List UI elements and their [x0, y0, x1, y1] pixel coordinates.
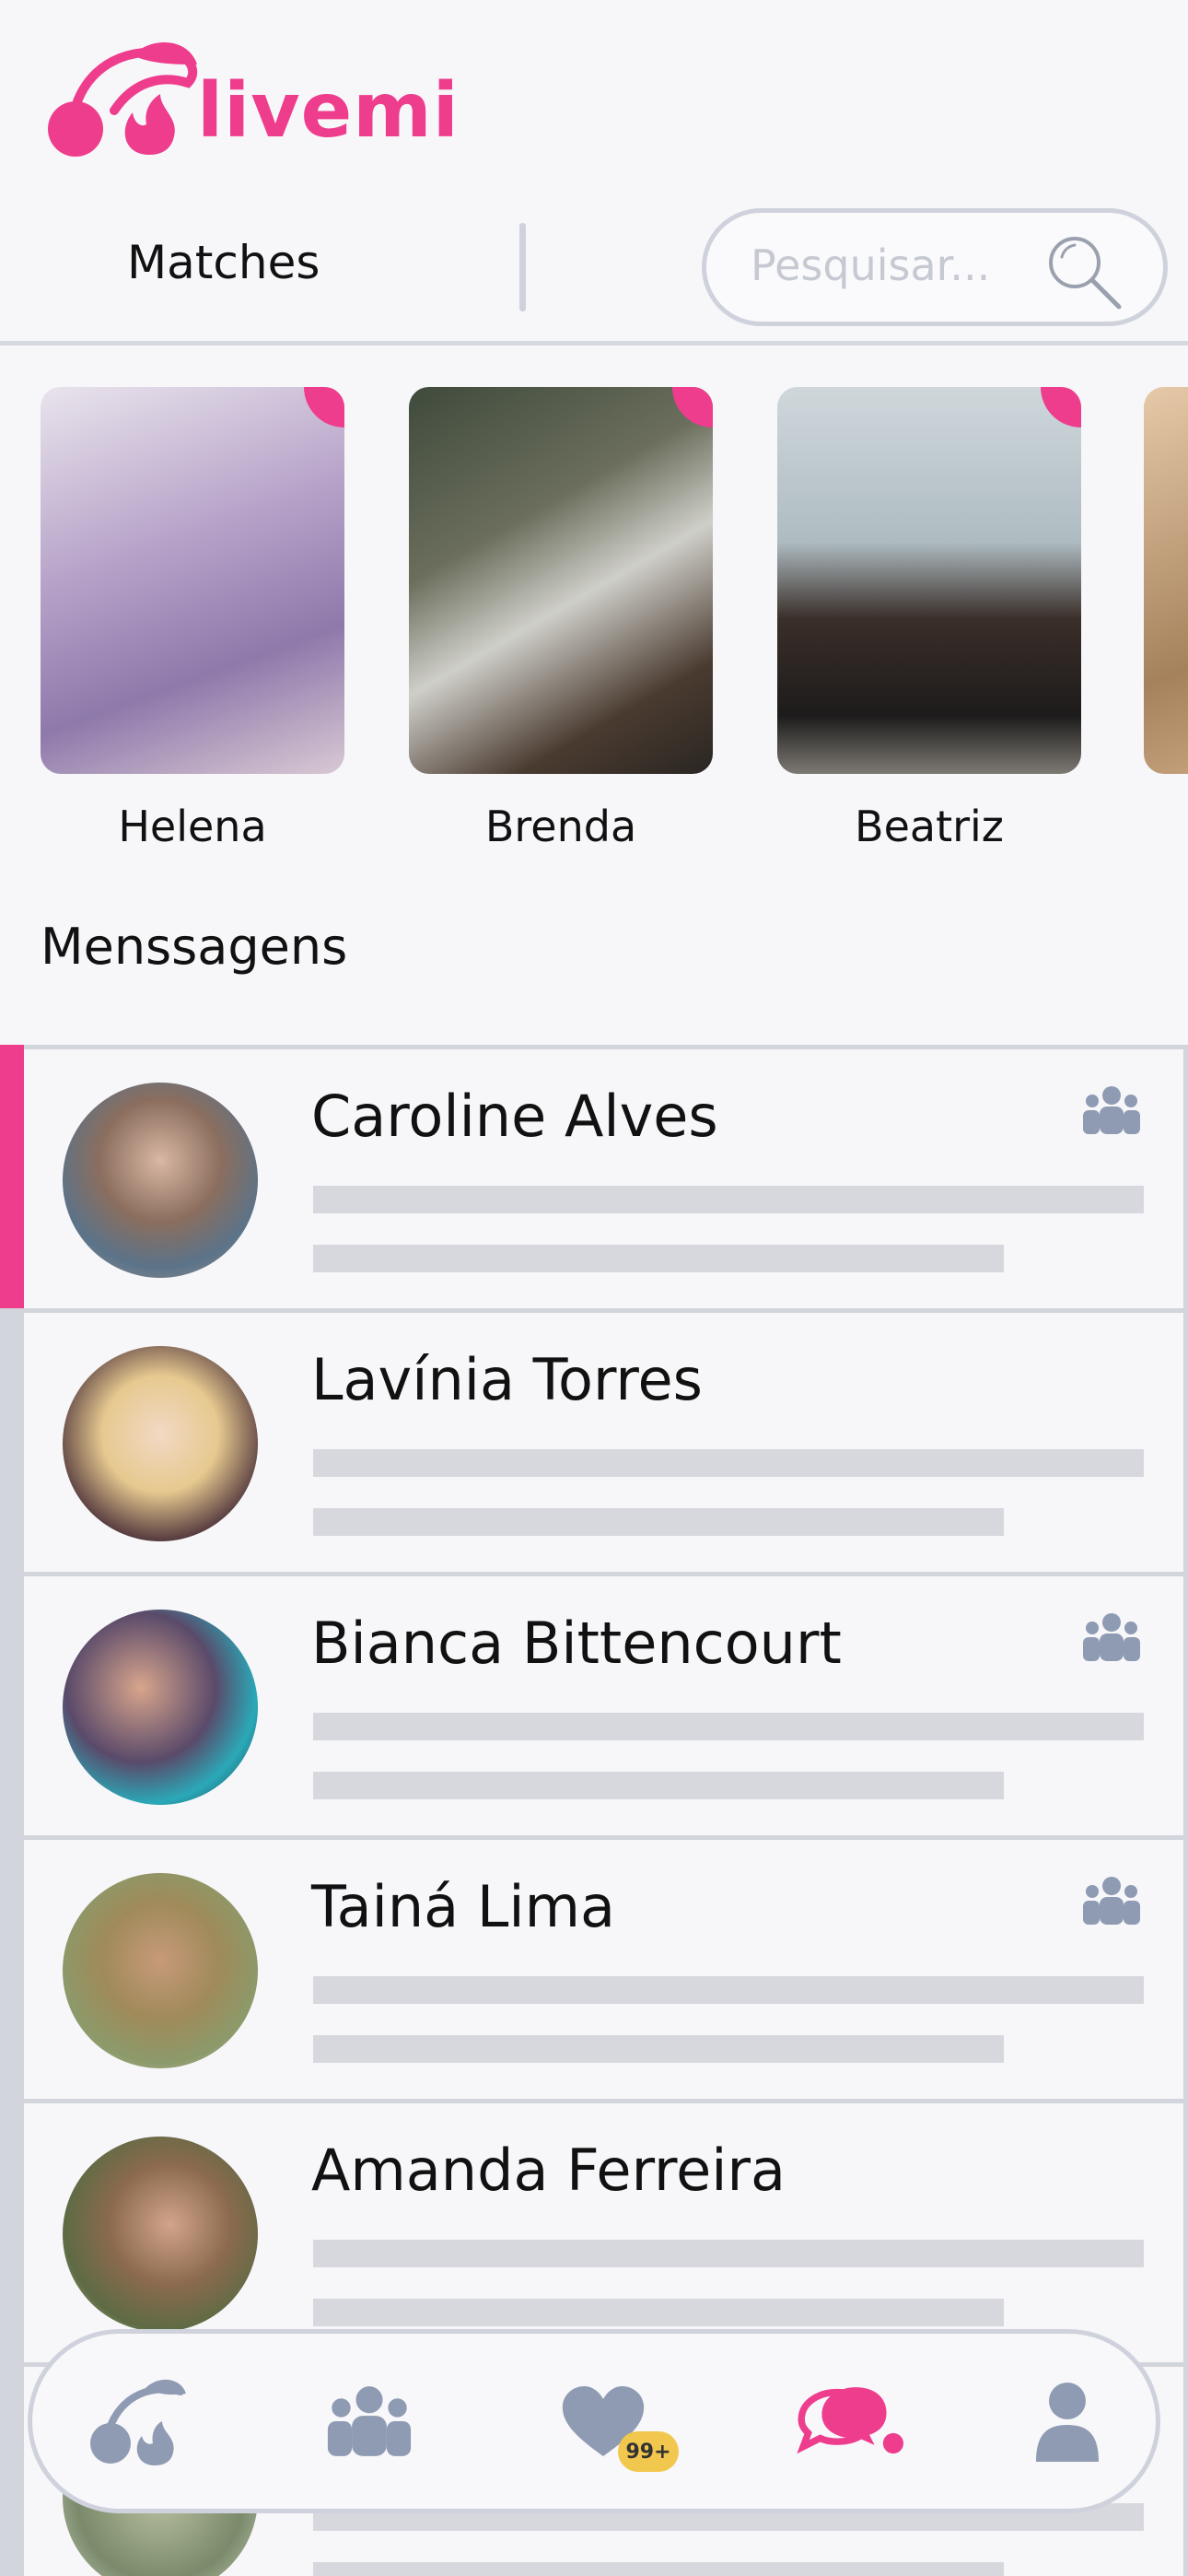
group-icon — [1083, 1877, 1140, 1925]
chat-screen: livemi Matches Helena Brenda Beatri — [0, 0, 1188, 2576]
contact-name: Lavínia Torres — [311, 1346, 703, 1413]
match-card[interactable]: Brenda — [409, 387, 713, 851]
avatar[interactable] — [63, 1610, 258, 1805]
contact-name: Bianca Bittencourt — [311, 1610, 842, 1677]
bottom-nav: 99+ — [28, 2329, 1160, 2513]
new-match-indicator — [1041, 387, 1081, 427]
message-preview-placeholder — [313, 1976, 1144, 2004]
header-divider — [519, 223, 526, 311]
search-box[interactable] — [702, 208, 1168, 326]
message-preview-placeholder — [313, 1449, 1144, 1477]
message-row[interactable]: Bianca Bittencourt — [0, 1572, 1188, 1840]
row-border — [1183, 1049, 1188, 1308]
message-preview-placeholder — [313, 1772, 1004, 1799]
avatar[interactable] — [63, 1346, 258, 1541]
nav-profile[interactable] — [1012, 2371, 1123, 2472]
avatar[interactable] — [63, 2137, 258, 2332]
group-icon — [1083, 1613, 1140, 1661]
contact-name: Tainá Lima — [311, 1873, 615, 1940]
new-match-indicator — [672, 387, 713, 427]
likes-badge: 99+ — [618, 2431, 679, 2472]
row-border — [1183, 2103, 1188, 2362]
group-icon[interactable] — [325, 2383, 413, 2460]
match-card-partial[interactable] — [1144, 387, 1188, 774]
nav-home[interactable] — [84, 2371, 194, 2472]
nav-chat[interactable] — [793, 2371, 903, 2472]
message-row[interactable]: Amanda Ferreira — [0, 2099, 1188, 2367]
new-match-indicator — [304, 387, 344, 427]
row-border — [1183, 1576, 1188, 1835]
active-indicator — [0, 1045, 24, 1313]
app-name: livemi — [197, 67, 460, 155]
match-photo[interactable] — [409, 387, 713, 774]
message-preview-placeholder — [313, 2299, 1004, 2326]
message-preview-placeholder — [313, 1713, 1144, 1740]
message-preview-placeholder — [313, 1508, 1004, 1536]
message-row[interactable]: Tainá Lima — [0, 1835, 1188, 2103]
match-name: Helena — [118, 802, 267, 851]
search-icon[interactable] — [1042, 229, 1126, 314]
header-separator — [0, 341, 1188, 345]
match-card[interactable]: Helena — [41, 387, 344, 851]
row-border — [1183, 2367, 1188, 2576]
row-border — [1183, 1313, 1188, 1572]
profile-icon[interactable] — [1031, 2379, 1104, 2464]
match-card[interactable]: Beatriz — [777, 387, 1081, 851]
nav-likes[interactable]: 99+ — [548, 2371, 679, 2472]
row-indicator — [0, 1308, 24, 1576]
group-icon — [1083, 1086, 1140, 1134]
avatar[interactable] — [63, 1873, 258, 2068]
matches-header: Matches — [0, 205, 1188, 343]
messages-title: Menssagens — [41, 918, 348, 976]
match-name: Brenda — [484, 802, 637, 851]
message-preview-placeholder — [313, 2562, 1004, 2576]
message-preview-placeholder — [313, 1186, 1144, 1213]
message-preview-placeholder — [313, 1245, 1004, 1272]
match-photo[interactable] — [777, 387, 1081, 774]
message-row[interactable]: Lavínia Torres — [0, 1308, 1188, 1576]
cherry-logo-icon — [48, 42, 198, 157]
contact-name: Caroline Alves — [311, 1083, 718, 1150]
row-indicator — [0, 2099, 24, 2367]
row-indicator — [0, 1835, 24, 2103]
match-photo[interactable] — [1144, 387, 1188, 774]
row-indicator — [0, 1572, 24, 1840]
match-name: Beatriz — [855, 802, 1004, 851]
matches-title: Matches — [127, 236, 320, 289]
app-logo: livemi — [41, 37, 460, 157]
chat-icon[interactable] — [793, 2377, 903, 2465]
avatar[interactable] — [63, 1083, 258, 1278]
message-preview-placeholder — [313, 2240, 1144, 2267]
search-input[interactable] — [751, 240, 1027, 290]
message-preview-placeholder — [313, 2035, 1004, 2063]
row-indicator — [0, 2362, 24, 2576]
nav-groups[interactable] — [314, 2371, 425, 2472]
message-row[interactable]: Caroline Alves — [0, 1045, 1188, 1313]
match-photo[interactable] — [41, 387, 344, 774]
row-border — [1183, 1840, 1188, 2099]
cherry-icon[interactable] — [88, 2375, 190, 2467]
contact-name: Amanda Ferreira — [311, 2137, 786, 2204]
